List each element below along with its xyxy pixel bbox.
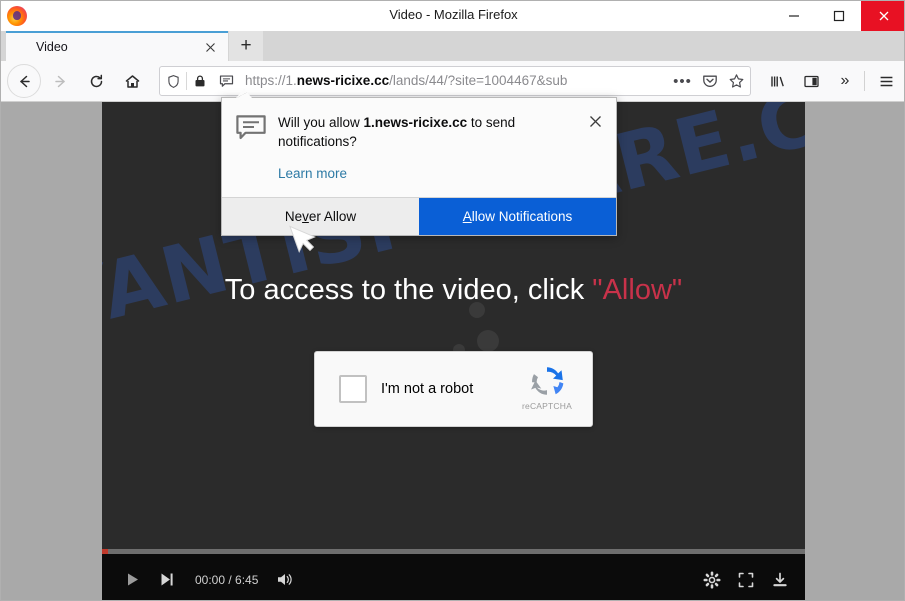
play-button[interactable] bbox=[115, 563, 149, 597]
padlock-icon[interactable] bbox=[187, 67, 213, 95]
doorhanger-footer: Ne v er Allow Allow Notifications bbox=[222, 197, 616, 236]
url-text[interactable]: https://1.news-ricixe.cc/lands/44/?site=… bbox=[239, 67, 669, 95]
video-progress-played bbox=[102, 549, 108, 554]
allow-notifications-button[interactable]: Allow Notifications bbox=[419, 198, 616, 236]
recaptcha-logo-icon bbox=[531, 367, 564, 395]
doorhanger-message: Will you allow 1.news-ricixe.cc to send … bbox=[278, 114, 578, 151]
url-path: /lands/44/?site=1004467&sub bbox=[389, 73, 568, 88]
notification-bubble-icon bbox=[236, 115, 266, 183]
firefox-logo-icon bbox=[7, 6, 27, 26]
address-bar[interactable]: https://1.news-ricixe.cc/lands/44/?site=… bbox=[159, 66, 751, 96]
hamburger-menu-icon[interactable] bbox=[870, 64, 902, 98]
urlbar-actions: ••• bbox=[669, 67, 750, 95]
volume-button[interactable] bbox=[268, 563, 302, 597]
close-doorhanger-icon[interactable] bbox=[586, 112, 604, 130]
doorhanger-content: Will you allow 1.news-ricixe.cc to send … bbox=[278, 114, 602, 183]
tracking-protection-shield-icon[interactable] bbox=[160, 67, 186, 95]
video-time-display: 00:00 / 6:45 bbox=[195, 572, 259, 587]
tab-label: Video bbox=[36, 40, 68, 54]
library-icon[interactable] bbox=[761, 64, 793, 98]
recaptcha-label: I'm not a robot bbox=[381, 381, 474, 397]
navigation-toolbar: https://1.news-ricixe.cc/lands/44/?site=… bbox=[1, 61, 904, 102]
doorhanger-body: Will you allow 1.news-ricixe.cc to send … bbox=[222, 98, 616, 197]
never-allow-pre: Ne bbox=[284, 209, 303, 225]
video-player-controls: 00:00 / 6:45 bbox=[102, 549, 805, 600]
allow-post: llow Notifications bbox=[471, 209, 573, 225]
sidebar-icon[interactable] bbox=[795, 64, 827, 98]
never-allow-button[interactable]: Ne v er Allow bbox=[222, 198, 419, 236]
recaptcha-checkbox[interactable] bbox=[339, 375, 367, 403]
firefox-browser-window: Video - Mozilla Firefox Video + https://… bbox=[0, 0, 905, 601]
url-host: news-ricixe.cc bbox=[296, 73, 390, 88]
page-headline: To access to the video, click "Allow" bbox=[102, 274, 805, 307]
recaptcha-branding: reCAPTCHA bbox=[512, 362, 582, 411]
tab-bar: Video + bbox=[1, 31, 904, 61]
page-actions-button[interactable]: ••• bbox=[669, 67, 696, 95]
message-host: 1.news-ricixe.cc bbox=[363, 115, 468, 130]
fullscreen-icon[interactable] bbox=[729, 563, 763, 597]
tab-video[interactable]: Video bbox=[6, 31, 228, 61]
never-allow-post: er Allow bbox=[308, 209, 357, 225]
blob-2 bbox=[477, 330, 499, 352]
video-progress-bar[interactable] bbox=[102, 549, 805, 554]
blob-1 bbox=[469, 302, 485, 318]
settings-gear-icon[interactable] bbox=[695, 563, 729, 597]
bookmark-star-icon[interactable] bbox=[723, 67, 750, 95]
url-scheme: https://1. bbox=[245, 73, 297, 88]
home-button[interactable] bbox=[115, 64, 149, 98]
toolbar-divider bbox=[864, 71, 865, 91]
video-controls-row: 00:00 / 6:45 bbox=[102, 557, 805, 600]
close-window-button[interactable] bbox=[861, 1, 904, 31]
window-controls bbox=[771, 1, 904, 31]
window-title: Video - Mozilla Firefox bbox=[389, 7, 518, 22]
notification-permission-icon[interactable] bbox=[213, 67, 239, 95]
forward-button[interactable] bbox=[43, 64, 77, 98]
minimize-button[interactable] bbox=[771, 1, 816, 31]
close-tab-icon[interactable] bbox=[198, 35, 222, 59]
title-bar: Video - Mozilla Firefox bbox=[1, 1, 904, 31]
recaptcha-widget[interactable]: I'm not a robot reCAPTCHA bbox=[314, 351, 593, 427]
overflow-menu-button[interactable]: » bbox=[829, 64, 861, 98]
notification-permission-doorhanger: Will you allow 1.news-ricixe.cc to send … bbox=[221, 89, 617, 237]
never-allow-accel: v bbox=[302, 209, 309, 225]
new-tab-button[interactable]: + bbox=[229, 31, 263, 61]
message-prefix: Will you allow bbox=[278, 115, 364, 130]
headline-allow-word: "Allow" bbox=[592, 274, 683, 306]
allow-accel: A bbox=[462, 209, 472, 225]
reload-button[interactable] bbox=[79, 64, 113, 98]
learn-more-link[interactable]: Learn more bbox=[278, 166, 347, 181]
download-icon[interactable] bbox=[763, 563, 797, 597]
next-track-button[interactable] bbox=[149, 563, 183, 597]
maximize-button[interactable] bbox=[816, 1, 861, 31]
toolbar-right-actions: » bbox=[759, 64, 902, 98]
pocket-icon[interactable] bbox=[696, 67, 723, 95]
headline-prefix: To access to the video, click bbox=[224, 274, 593, 306]
recaptcha-brand-text: reCAPTCHA bbox=[522, 401, 572, 411]
back-button[interactable] bbox=[7, 64, 41, 98]
